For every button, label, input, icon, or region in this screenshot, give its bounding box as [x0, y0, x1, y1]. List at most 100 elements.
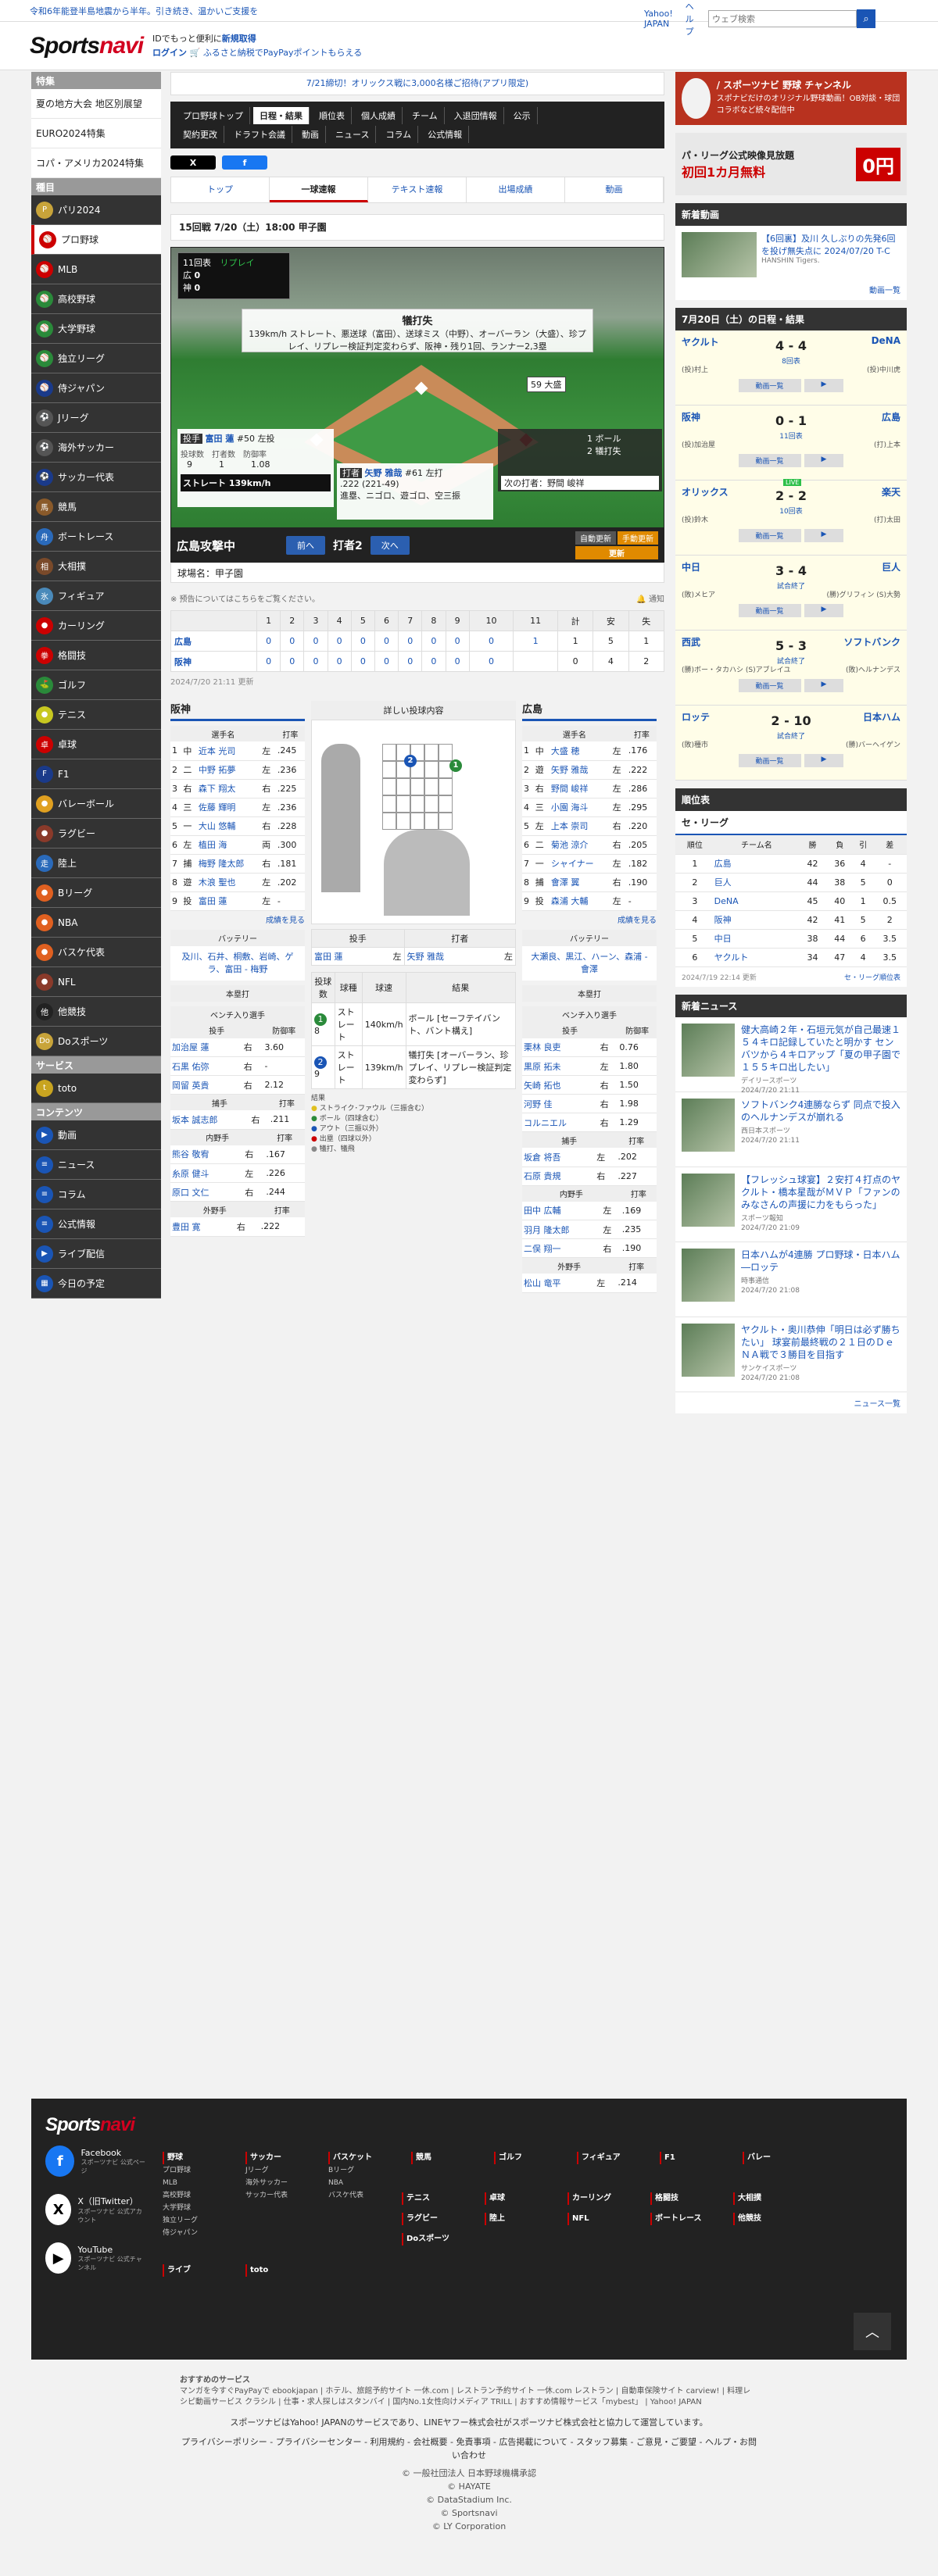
news-title[interactable]: 健大高崎２年・石垣元気が自己最速１５４キロ記録していたと明かす センバツから４キ… — [741, 1024, 900, 1074]
footer-col-head[interactable]: バレー — [743, 2152, 818, 2164]
sidebar-item-sport[interactable]: ● NFL — [31, 967, 161, 997]
nav-item[interactable]: 順位表 — [313, 107, 352, 124]
search-icon[interactable]: ⌕ — [857, 9, 875, 28]
sidebar-item-sport[interactable]: 他他競技 — [31, 997, 161, 1027]
sidebar-item-sport[interactable]: ⛳ ゴルフ — [31, 670, 161, 700]
player-name[interactable]: 森浦 大輔 — [549, 891, 611, 911]
policy-links[interactable]: プライバシーポリシー - プライバシーセンター - 利用規約 - 会社概要 - … — [180, 2435, 758, 2462]
video-list-button[interactable]: 動画一覧 — [738, 454, 801, 467]
sidebar-item-special[interactable]: 夏の地方大会 地区別展望 — [31, 89, 161, 119]
yahoo-japan-link[interactable]: Yahoo! JAPAN — [644, 9, 678, 29]
pitch-marker-1[interactable]: 1 — [449, 759, 462, 772]
video-thumbnail[interactable] — [682, 232, 757, 277]
video-list-button[interactable]: 動画一覧 — [738, 529, 801, 542]
bench-player[interactable]: 矢崎 拓也 — [522, 1075, 599, 1095]
home-team[interactable]: 中日 — [682, 560, 700, 573]
game-card[interactable]: ヤクルト DeNA 4 - 4 8回表 (投)村上 (投)中川虎 動画一覧 ▶ — [675, 330, 907, 406]
sidebar-item-content[interactable]: ▶ 動画 — [31, 1120, 161, 1150]
footer-col-head[interactable]: ボートレース — [650, 2213, 725, 2225]
game-tab[interactable]: 動画 — [565, 177, 664, 202]
away-team[interactable]: DeNA — [872, 335, 900, 348]
next-button[interactable]: 次へ — [370, 536, 410, 555]
sidebar-item-sport[interactable]: ⚾ プロ野球 — [31, 225, 161, 255]
nav-item[interactable]: 日程・結果 — [253, 107, 310, 124]
sidebar-item-special[interactable]: コパ・アメリカ2024特集 — [31, 148, 161, 178]
promo-banner[interactable]: 7/21締切！オリックス戦に3,000名様ご招待(アプリ限定) — [170, 72, 664, 95]
footer-link[interactable]: MLB — [163, 2177, 238, 2189]
sidebar-item-sport[interactable]: ⚾ 高校野球 — [31, 284, 161, 314]
standings-team[interactable]: ヤクルト — [714, 948, 800, 967]
player-name[interactable]: 菊池 涼介 — [549, 835, 611, 855]
player-name[interactable]: 木浪 聖也 — [196, 873, 261, 892]
play-icon[interactable]: ▶ — [804, 679, 844, 692]
sidebar-item-sport[interactable]: ● テニス — [31, 700, 161, 730]
news-item[interactable]: 【フレッシュ球宴】２安打４打点のヤクルト・橋本星哉がＭＶＰ「ファンのみなさんの声… — [675, 1167, 907, 1242]
sidebar-item-sport[interactable]: Do Doスポーツ — [31, 1027, 161, 1056]
bench-player[interactable]: 石原 貴規 — [522, 1167, 596, 1186]
news-title[interactable]: 日本ハムが4連勝 プロ野球・日本ハム―ロッテ — [741, 1249, 900, 1274]
stats-more-link[interactable]: 成績を見る — [170, 913, 305, 925]
sidebar-item-sport[interactable]: 氷フィギュア — [31, 581, 161, 611]
game-card[interactable]: 西武 ソフトバンク 5 - 3 試合終了 (勝)ボー・タカハシ (S)アブレイユ (敗)ヘ… — [675, 631, 907, 706]
footer-col-head[interactable]: ライブ — [163, 2264, 238, 2277]
sportsnavi-logo[interactable]: Sportsnavi — [30, 33, 144, 59]
footer-col-head[interactable]: F1 — [660, 2152, 735, 2164]
social-link[interactable]: f Facebook スポーツナビ 公式ページ — [45, 2145, 147, 2177]
sidebar-item-sport[interactable]: ⚾ 独立リーグ — [31, 344, 161, 373]
footer-link[interactable]: 大学野球 — [163, 2202, 238, 2214]
home-team[interactable]: オリックス — [682, 485, 729, 498]
play-icon[interactable]: ▶ — [804, 529, 844, 542]
footer-col-head[interactable]: 格闘技 — [650, 2192, 725, 2205]
sidebar-item-sport[interactable]: P パリ2024 — [31, 195, 161, 225]
player-name[interactable]: 佐藤 輝明 — [196, 798, 261, 817]
sidebar-item-content[interactable]: ≡ コラム — [31, 1180, 161, 1209]
nav-item[interactable]: 契約更改 — [177, 126, 224, 143]
bench-player[interactable]: 熊谷 敬宥 — [170, 1145, 244, 1164]
news-item[interactable]: ヤクルト・奥川恭伸「明日は必ず勝ちたい」 球宴前最終戦の２１日のＤｅＮＡ戦で３勝… — [675, 1317, 907, 1392]
batter-name[interactable]: 矢野 雅哉 — [365, 468, 403, 478]
bench-player[interactable]: 田中 広輔 — [522, 1201, 602, 1220]
bench-player[interactable]: 糸原 健斗 — [170, 1163, 244, 1183]
notify-button[interactable]: 🔔 通知 — [636, 592, 664, 604]
bench-player[interactable]: 栗林 良吏 — [522, 1038, 599, 1057]
nav-item[interactable]: ドラフト会議 — [227, 126, 292, 143]
furusato-link[interactable]: ふるさと納税でPayPayポイントもらえる — [203, 48, 362, 58]
news-title[interactable]: ソフトバンク4連勝ならず 同点で投入のヘルナンデスが崩れる — [741, 1099, 900, 1124]
news-thumbnail[interactable] — [682, 1023, 735, 1077]
footer-col-head[interactable]: 野球 — [163, 2152, 238, 2164]
sidebar-item-sport[interactable]: 馬競馬 — [31, 492, 161, 522]
nav-item[interactable]: 個人成績 — [355, 107, 403, 124]
game-tab[interactable]: 一球速報 — [270, 177, 368, 202]
bench-player[interactable]: 羽月 隆太郎 — [522, 1220, 602, 1239]
bench-player[interactable]: 黒原 拓未 — [522, 1056, 599, 1076]
news-item[interactable]: ソフトバンク4連勝ならず 同点で投入のヘルナンデスが崩れる 西日本スポーツ 2024… — [675, 1092, 907, 1167]
player-name[interactable]: 富田 蓮 — [196, 891, 261, 911]
footer-link[interactable]: 侍ジャパン — [163, 2227, 238, 2239]
footer-col-head[interactable]: 陸上 — [485, 2213, 560, 2225]
nav-item[interactable]: プロ野球トップ — [177, 107, 250, 124]
sidebar-item-special[interactable]: EURO2024特集 — [31, 119, 161, 148]
home-team[interactable]: ヤクルト — [682, 335, 719, 348]
nav-item[interactable]: ニュース — [329, 126, 377, 143]
video-title[interactable]: 【6回裏】及川 久しぶりの先発6回を投げ無失点に 2024/07/20 T-C — [761, 234, 896, 256]
auto-update-toggle[interactable]: 自動更新 — [575, 531, 616, 545]
footer-link[interactable]: バスケ代表 — [328, 2189, 403, 2202]
pacific-league-ad[interactable]: パ・リーグ公式映像見放題 初回1カ月無料 0円 — [675, 133, 907, 195]
login-link[interactable]: ログイン — [152, 48, 187, 58]
battery-list[interactable]: 及川、石井、桐敷、岩崎、ゲラ、富田 - 梅野 — [170, 945, 305, 981]
footer-col-head[interactable]: テニス — [402, 2192, 477, 2205]
player-name[interactable]: シャイナー — [549, 854, 611, 874]
home-team[interactable]: 西武 — [682, 635, 700, 648]
footer-link[interactable]: NBA — [328, 2177, 403, 2189]
prev-button[interactable]: 前へ — [286, 536, 325, 555]
signup-link[interactable]: 新規取得 — [222, 34, 256, 44]
video-list-button[interactable]: 動画一覧 — [738, 754, 801, 767]
news-title[interactable]: ヤクルト・奥川恭伸「明日は必ず勝ちたい」 球宴前最終戦の２１日のＤｅＮＡ戦で３勝… — [741, 1324, 900, 1361]
sidebar-item-sport[interactable]: 相大相撲 — [31, 552, 161, 581]
sidebar-item-content[interactable]: ≡ 公式情報 — [31, 1209, 161, 1239]
sidebar-item-sport[interactable]: ● バスケ代表 — [31, 938, 161, 967]
player-name[interactable]: 矢野 雅哉 — [549, 760, 611, 780]
bench-player[interactable]: 石黒 佑弥 — [170, 1056, 242, 1076]
bench-player[interactable]: 二俣 翔一 — [522, 1238, 602, 1258]
sidebar-item-sport[interactable]: ● NBA — [31, 908, 161, 938]
